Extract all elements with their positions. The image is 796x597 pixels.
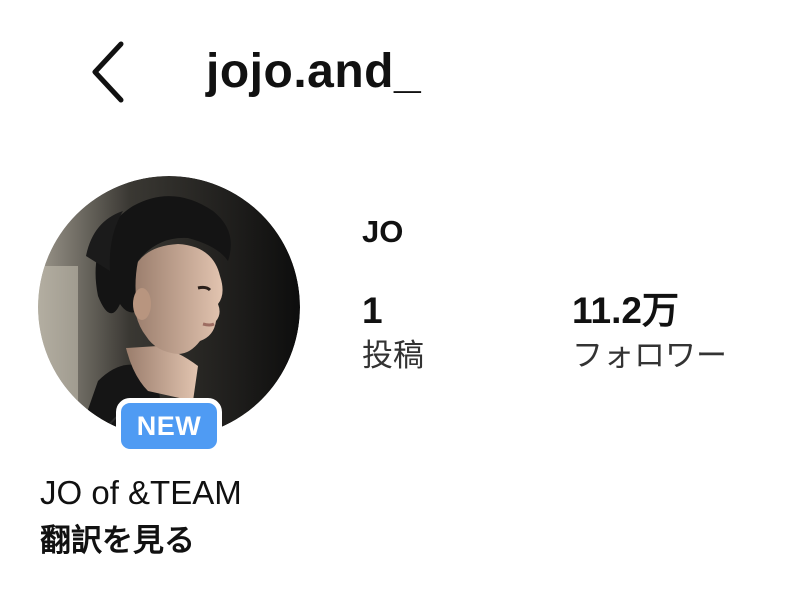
posts-label: 投稿	[362, 338, 424, 373]
display-name: JO	[362, 214, 404, 249]
new-badge: NEW	[116, 398, 222, 454]
back-button[interactable]	[82, 36, 132, 108]
profile-username: jojo.and_	[206, 45, 422, 98]
stat-posts[interactable]: 1 投稿	[362, 288, 424, 376]
followers-label: フォロワー	[572, 338, 727, 373]
chevron-left-icon	[92, 41, 124, 103]
followers-count: 11.2万	[572, 290, 679, 331]
bio-text: JO of &TEAM	[40, 474, 242, 511]
see-translation-link[interactable]: 翻訳を見る	[40, 520, 195, 562]
posts-count: 1	[362, 290, 383, 331]
stat-followers[interactable]: 11.2万 フォロワー	[572, 288, 727, 376]
